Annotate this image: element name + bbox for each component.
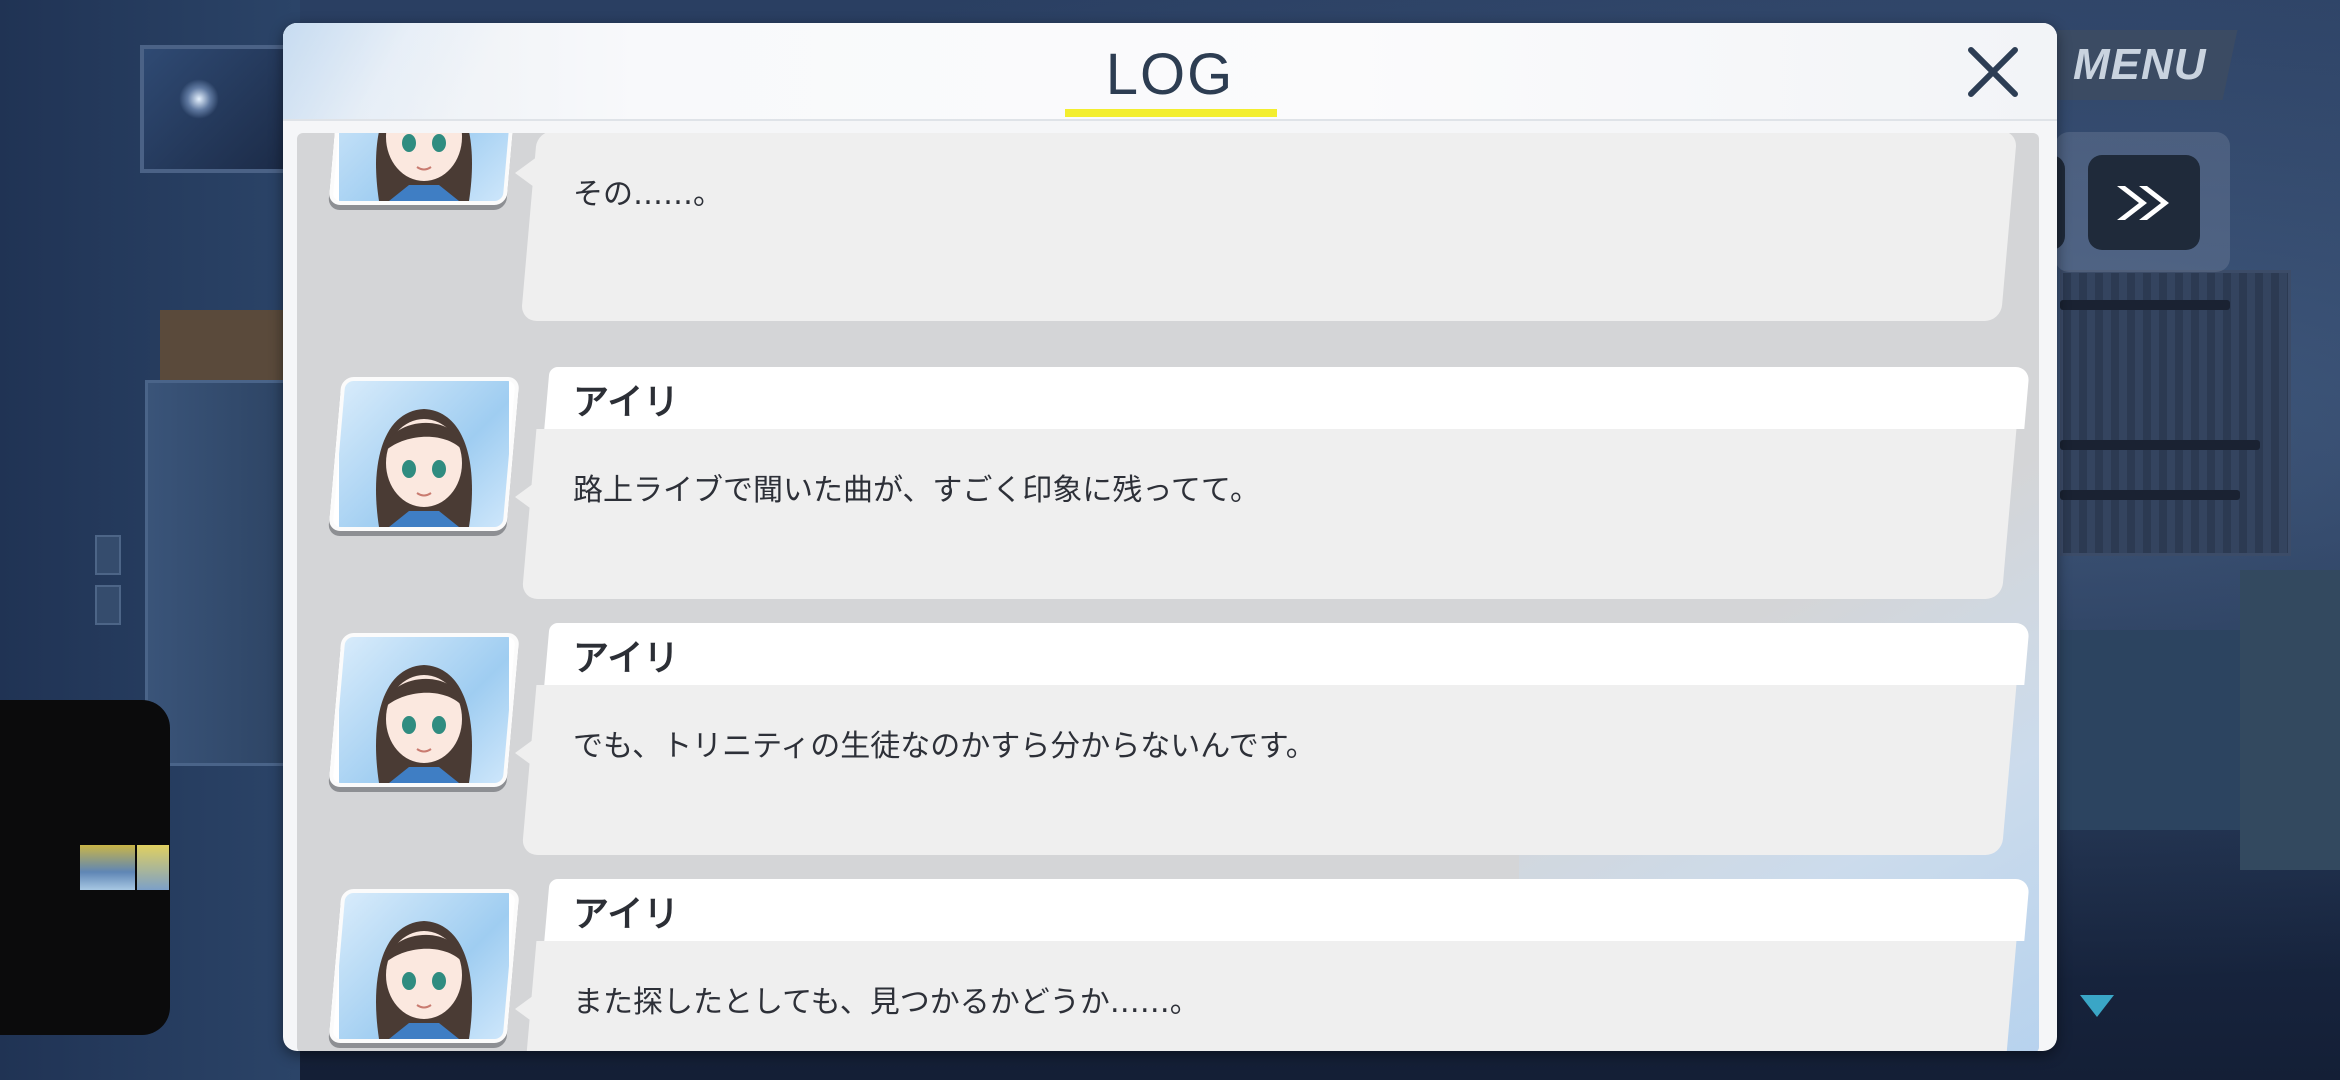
speaker-name: アイリ bbox=[573, 382, 680, 423]
message-text: でも、トリニティの生徒なのかすら分からないんです。 bbox=[573, 729, 1316, 764]
avatar bbox=[328, 633, 520, 787]
log-entry: アイリ でも、トリニティの生徒なのかすら分からないんです。 bbox=[297, 623, 2039, 863]
fast-forward-icon bbox=[2117, 185, 2169, 220]
dialog-title: LOG bbox=[1105, 42, 1235, 107]
background-rifle bbox=[2060, 440, 2260, 450]
background-switch bbox=[95, 535, 121, 575]
character-portrait bbox=[376, 409, 472, 527]
dialog-header: LOG bbox=[283, 23, 2057, 121]
speaker-name-bar bbox=[544, 623, 2030, 685]
message-box bbox=[520, 133, 2018, 321]
message-pointer bbox=[515, 987, 545, 1031]
thumbnail-image[interactable] bbox=[80, 845, 135, 890]
message-pointer bbox=[515, 475, 545, 519]
character-portrait bbox=[376, 921, 472, 1039]
message-pointer bbox=[515, 151, 545, 195]
message-text: 路上ライブで聞いた曲が、すごく印象に残ってて。 bbox=[573, 473, 1260, 508]
avatar bbox=[328, 133, 520, 205]
background-rifle bbox=[2060, 490, 2240, 500]
character-portrait bbox=[376, 665, 472, 783]
speaker-name: アイリ bbox=[573, 894, 680, 935]
close-button[interactable] bbox=[1958, 37, 2028, 107]
background-window bbox=[140, 45, 298, 173]
log-entry: アイリ 路上ライブで聞いた曲が、すごく印象に残ってて。 bbox=[297, 367, 2039, 607]
background-counter bbox=[2060, 630, 2260, 830]
message-text: その……。 bbox=[573, 177, 723, 212]
title-underline bbox=[1065, 109, 1277, 117]
message-box bbox=[521, 685, 2017, 855]
background-rifle bbox=[2060, 300, 2230, 310]
background-cabinet-right bbox=[2240, 570, 2340, 870]
background-box bbox=[160, 310, 290, 390]
log-entry: アイリ また探したとしても、見つかるかどうか……。 bbox=[297, 879, 2039, 1051]
avatar bbox=[328, 377, 520, 531]
background-switch bbox=[95, 585, 121, 625]
message-box bbox=[521, 429, 2017, 599]
fast-forward-button[interactable] bbox=[2088, 155, 2200, 250]
close-icon bbox=[1968, 47, 2018, 97]
log-list[interactable]: その……。 アイリ 路上ライブで聞いた曲が、すごく印象に残ってて。 アイリ でも… bbox=[297, 133, 2039, 1051]
down-triangle-icon bbox=[2080, 995, 2114, 1017]
menu-button[interactable]: MENU bbox=[2042, 30, 2238, 100]
background-weapon-rack bbox=[2060, 270, 2291, 556]
thumbnail-image[interactable] bbox=[137, 845, 169, 890]
menu-label: MENU bbox=[2073, 40, 2207, 89]
log-dialog: LOG その……。 アイリ 路上ライブで聞いた曲が、すごく印象に残ってて。 アイ… bbox=[283, 23, 2057, 1051]
speaker-name: アイリ bbox=[573, 638, 680, 679]
background-cabinet bbox=[145, 380, 291, 766]
speaker-name-bar bbox=[544, 367, 2030, 429]
character-portrait bbox=[376, 133, 472, 201]
avatar bbox=[328, 889, 520, 1043]
speaker-name-bar bbox=[544, 879, 2030, 941]
message-pointer bbox=[515, 731, 545, 775]
message-text: また探したとしても、見つかるかどうか……。 bbox=[573, 985, 1200, 1020]
log-entry: その……。 bbox=[297, 133, 2039, 371]
